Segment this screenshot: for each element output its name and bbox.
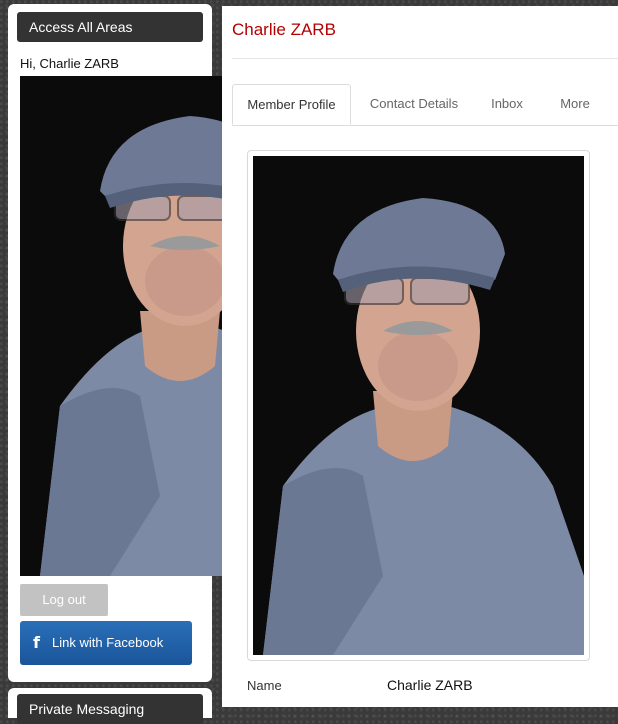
- profile-photo: [253, 156, 584, 655]
- logout-button[interactable]: Log out: [20, 584, 108, 616]
- sidebar-header: Access All Areas: [17, 12, 203, 42]
- tab-contact-details[interactable]: Contact Details: [359, 84, 469, 125]
- link-facebook-label: Link with Facebook: [52, 635, 164, 650]
- private-messaging-header: Private Messaging: [17, 694, 203, 724]
- private-messaging-panel: Private Messaging: [8, 688, 212, 724]
- tab-member-profile[interactable]: Member Profile: [232, 84, 351, 125]
- profile-tabs: Member Profile Contact Details Inbox Mor…: [232, 84, 618, 126]
- main-panel: Charlie ZARB Member Profile Contact Deta…: [222, 6, 618, 707]
- facebook-icon: f: [33, 633, 40, 652]
- title-divider: [232, 58, 618, 59]
- member-name-title: Charlie ZARB: [232, 20, 336, 39]
- link-facebook-button[interactable]: f Link with Facebook: [20, 621, 192, 665]
- greeting-text: Hi, Charlie ZARB: [20, 56, 119, 71]
- profile-photo-frame: [247, 150, 590, 661]
- portrait-image: [253, 156, 584, 655]
- tab-more[interactable]: More: [554, 84, 596, 125]
- name-field-label: Name: [247, 678, 282, 693]
- tab-inbox[interactable]: Inbox: [482, 84, 532, 125]
- name-field-value: Charlie ZARB: [387, 677, 473, 693]
